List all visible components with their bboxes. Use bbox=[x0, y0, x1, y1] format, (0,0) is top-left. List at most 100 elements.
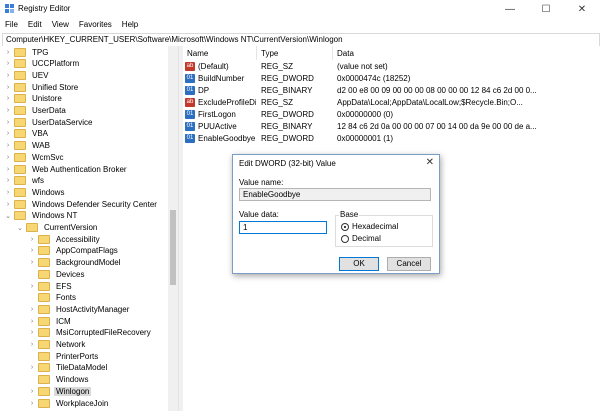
tree-item-vba[interactable]: › VBA bbox=[4, 128, 50, 140]
column-data[interactable]: Data bbox=[333, 46, 600, 60]
tree-item-windows-defender-security-center[interactable]: › Windows Defender Security Center bbox=[4, 198, 159, 210]
menu-view[interactable]: View bbox=[47, 18, 74, 32]
chevron-right-icon[interactable]: › bbox=[4, 49, 12, 56]
value-row[interactable]: 01 EnableGoodbye REG_DWORD 0x00000001 (1) bbox=[183, 133, 600, 145]
chevron-right-icon[interactable]: › bbox=[28, 306, 36, 313]
tree-item-web-authentication-broker[interactable]: › Web Authentication Broker bbox=[4, 163, 129, 175]
value-data-input[interactable]: 1 bbox=[239, 221, 327, 234]
tree-scroll-thumb[interactable] bbox=[170, 210, 176, 285]
chevron-right-icon[interactable]: › bbox=[4, 60, 12, 67]
chevron-right-icon[interactable]: › bbox=[4, 166, 12, 173]
address-bar[interactable]: Computer\HKEY_CURRENT_USER\Software\Micr… bbox=[2, 33, 600, 47]
tree-item-efs[interactable]: › EFS bbox=[28, 280, 74, 292]
chevron-right-icon[interactable]: › bbox=[4, 142, 12, 149]
tree-item-userdataservice[interactable]: › UserDataService bbox=[4, 116, 94, 128]
tree-item-wcmsvc[interactable]: › WcmSvc bbox=[4, 151, 66, 163]
folder-icon bbox=[14, 47, 26, 57]
chevron-right-icon[interactable]: › bbox=[28, 388, 36, 395]
menu-file[interactable]: File bbox=[0, 18, 23, 32]
tree-item-backgroundmodel[interactable]: › BackgroundModel bbox=[28, 257, 122, 269]
chevron-right-icon[interactable]: › bbox=[4, 177, 12, 184]
value-row[interactable]: 01 BuildNumber REG_DWORD 0x0000474c (18252) bbox=[183, 73, 600, 85]
value-row[interactable]: 01 DP REG_BINARY d2 00 e8 00 09 00 00 00 08… bbox=[183, 85, 600, 97]
chevron-right-icon[interactable]: › bbox=[28, 283, 36, 290]
decimal-label[interactable]: Decimal bbox=[352, 234, 381, 243]
tree-item-printerports[interactable]: PrinterPorts bbox=[28, 350, 100, 362]
chevron-right-icon[interactable]: › bbox=[28, 318, 36, 325]
cancel-button[interactable]: Cancel bbox=[387, 257, 431, 271]
tree-item-tiledatamodel[interactable]: › TileDataModel bbox=[28, 362, 109, 374]
value-row[interactable]: abExcludeProfileDirs REG_SZ AppData\Local;… bbox=[183, 97, 600, 109]
key-tree[interactable]: › TPG › UCCPlatform › UEV › Unified Store › Unist… bbox=[0, 46, 178, 411]
title-bar: Registry Editor — ☐ ✕ bbox=[0, 0, 600, 18]
binary-value-icon: 01 bbox=[185, 134, 195, 143]
minimize-icon[interactable]: — bbox=[492, 0, 528, 18]
menu-edit[interactable]: Edit bbox=[23, 18, 47, 32]
tree-item-windows[interactable]: Windows bbox=[28, 374, 90, 386]
chevron-right-icon[interactable]: › bbox=[4, 119, 12, 126]
column-name[interactable]: Name bbox=[183, 46, 257, 60]
tree-item-network[interactable]: › Network bbox=[28, 339, 87, 351]
hexadecimal-radio[interactable] bbox=[341, 223, 349, 231]
tree-item-label: UCCPlatform bbox=[32, 59, 80, 69]
decimal-radio[interactable] bbox=[341, 235, 349, 243]
tree-item-windows[interactable]: › Windows bbox=[4, 186, 66, 198]
chevron-right-icon[interactable]: › bbox=[4, 95, 12, 102]
tree-item-label: EFS bbox=[56, 281, 72, 291]
close-icon[interactable]: ✕ bbox=[564, 0, 600, 18]
chevron-right-icon[interactable]: › bbox=[28, 364, 36, 371]
value-name: (Default) bbox=[198, 62, 229, 71]
value-type: REG_DWORD bbox=[261, 110, 314, 119]
chevron-right-icon[interactable]: › bbox=[4, 107, 12, 114]
chevron-right-icon[interactable]: › bbox=[28, 341, 36, 348]
tree-item-wfs[interactable]: › wfs bbox=[4, 175, 46, 187]
tree-item-currentversion[interactable]: ⌄ CurrentVersion bbox=[16, 222, 99, 234]
column-type[interactable]: Type bbox=[257, 46, 333, 60]
tree-item-devices[interactable]: Devices bbox=[28, 268, 86, 280]
dialog-close-icon[interactable]: ✕ bbox=[426, 157, 434, 168]
tree-item-workplacejoin[interactable]: › WorkplaceJoin bbox=[28, 397, 110, 409]
chevron-down-icon[interactable]: ⌄ bbox=[16, 224, 24, 232]
tree-item-appcompatflags[interactable]: › AppCompatFlags bbox=[28, 245, 120, 257]
tree-item-uev[interactable]: › UEV bbox=[4, 69, 50, 81]
tree-item-label: Web Authentication Broker bbox=[32, 164, 127, 174]
value-row[interactable]: 01 FirstLogon REG_DWORD 0x00000000 (0) bbox=[183, 109, 600, 121]
menu-help[interactable]: Help bbox=[117, 18, 143, 32]
chevron-right-icon[interactable]: › bbox=[4, 201, 12, 208]
tree-item-tpg[interactable]: › TPG bbox=[4, 46, 50, 58]
chevron-right-icon[interactable]: › bbox=[4, 130, 12, 137]
tree-item-accessibility[interactable]: › Accessibility bbox=[28, 233, 102, 245]
hexadecimal-label[interactable]: Hexadecimal bbox=[352, 222, 398, 231]
tree-item-label: UserData bbox=[32, 106, 66, 115]
tree-item-hostactivitymanager[interactable]: › HostActivityManager bbox=[28, 303, 131, 315]
chevron-right-icon[interactable]: › bbox=[4, 189, 12, 196]
chevron-down-icon[interactable]: ⌄ bbox=[4, 212, 12, 220]
tree-item-unistore[interactable]: › Unistore bbox=[4, 93, 64, 105]
tree-item-msicorruptedfilerecovery[interactable]: › MsiCorruptedFileRecovery bbox=[28, 327, 153, 339]
chevron-right-icon[interactable]: › bbox=[4, 154, 12, 161]
chevron-right-icon[interactable]: › bbox=[28, 247, 36, 254]
folder-icon bbox=[38, 234, 50, 244]
chevron-right-icon[interactable]: › bbox=[28, 259, 36, 266]
tree-item-wab[interactable]: › WAB bbox=[4, 140, 52, 152]
tree-item-userdata[interactable]: › UserData bbox=[4, 105, 68, 117]
ok-button[interactable]: OK bbox=[339, 257, 379, 271]
tree-item-label: Accessibility bbox=[56, 234, 100, 244]
value-row[interactable]: ab (Default) REG_SZ (value not set) bbox=[183, 61, 600, 73]
tree-item-fonts[interactable]: Fonts bbox=[28, 292, 78, 304]
chevron-right-icon[interactable]: › bbox=[28, 236, 36, 243]
chevron-right-icon[interactable]: › bbox=[4, 84, 12, 91]
tree-item-windows-nt[interactable]: ⌄ Windows NT bbox=[4, 210, 79, 222]
chevron-right-icon[interactable]: › bbox=[28, 400, 36, 407]
chevron-right-icon[interactable]: › bbox=[4, 72, 12, 79]
menu-favorites[interactable]: Favorites bbox=[74, 18, 117, 32]
tree-item-winlogon[interactable]: › Winlogon bbox=[28, 385, 92, 397]
tree-item-icm[interactable]: › ICM bbox=[28, 315, 73, 327]
folder-icon bbox=[14, 211, 26, 221]
binary-value-icon: 01 bbox=[185, 122, 195, 131]
chevron-right-icon[interactable]: › bbox=[28, 329, 36, 336]
tree-item-unified-store[interactable]: › Unified Store bbox=[4, 81, 80, 93]
maximize-icon[interactable]: ☐ bbox=[528, 0, 564, 18]
value-row[interactable]: 01 PUUActive REG_BINARY 12 84 c6 2d 0a 00 0… bbox=[183, 121, 600, 133]
tree-item-uccplatform[interactable]: › UCCPlatform bbox=[4, 58, 81, 70]
